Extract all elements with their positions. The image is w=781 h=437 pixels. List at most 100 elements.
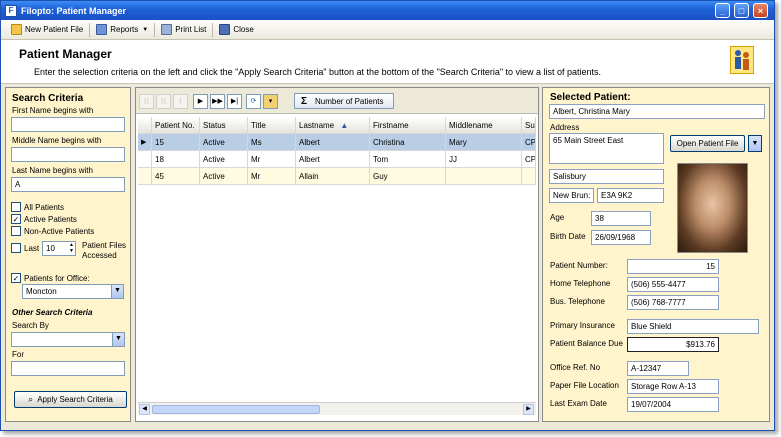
patients-icon <box>730 46 754 74</box>
non-active-patients-checkbox[interactable] <box>11 226 21 236</box>
number-of-patients-label: Number of Patients <box>315 96 384 106</box>
maximize-button[interactable]: □ <box>734 3 749 18</box>
close-window-button[interactable]: × <box>753 3 768 18</box>
middle-name-input[interactable] <box>11 147 125 162</box>
open-patient-file-button[interactable]: Open Patient File <box>670 135 745 152</box>
toolbar-separator <box>154 22 156 37</box>
first-name-label: First Name begins with <box>12 106 94 115</box>
chevron-down-icon[interactable]: ▼ <box>112 333 124 346</box>
chevron-down-icon[interactable]: ▼ <box>748 135 762 152</box>
close-button[interactable]: Close <box>215 22 257 38</box>
table-cell: Tom <box>370 151 446 167</box>
postal-code-field: E3A 9K2 <box>597 188 664 203</box>
scroll-thumb[interactable] <box>152 405 320 414</box>
office-value: Moncton <box>26 287 57 296</box>
apply-search-criteria-button[interactable]: ⌕ Apply Search Criteria <box>14 391 127 408</box>
prev-page-icon[interactable]: ⟨⟨ <box>156 94 171 109</box>
next-record-icon[interactable]: ▶ <box>193 94 208 109</box>
table-cell <box>446 168 522 184</box>
table-row[interactable]: 45 Active Mr Allain Guy <box>138 168 536 185</box>
table-cell: Allain <box>296 168 370 184</box>
last-record-icon[interactable]: ▶| <box>227 94 242 109</box>
new-patient-label: New Patient File <box>25 25 84 34</box>
minimize-button[interactable]: _ <box>715 3 730 18</box>
search-by-select[interactable]: ▼ <box>11 332 125 347</box>
toolbar: New Patient File Reports ▼ Print List Cl… <box>1 20 774 40</box>
column-header[interactable]: Status <box>200 117 248 133</box>
chevron-down-icon[interactable]: ▼ <box>111 285 123 298</box>
page-header: Patient Manager Enter the selection crit… <box>1 40 774 84</box>
table-cell: Active <box>200 168 248 184</box>
first-name-input[interactable] <box>11 117 125 132</box>
last-exam-date-label: Last Exam Date <box>550 399 607 408</box>
lastname-header-label: Lastname <box>299 121 335 130</box>
last-name-input[interactable]: A <box>11 177 125 192</box>
print-list-button[interactable]: Print List <box>157 22 210 38</box>
home-telephone-field: (506) 555-4477 <box>627 277 719 292</box>
stepper-arrows-icon[interactable]: ▲ ▼ <box>69 242 74 254</box>
table-cell: 18 <box>152 151 200 167</box>
patient-number-field: 15 <box>627 259 719 274</box>
reports-button[interactable]: Reports ▼ <box>92 22 152 38</box>
active-patients-checkbox[interactable]: ✓ <box>11 214 21 224</box>
table-cell: Mary <box>446 134 522 150</box>
app-icon: F <box>5 4 17 17</box>
column-header[interactable]: Middlename <box>446 117 522 133</box>
other-search-title: Other Search Criteria <box>12 308 93 317</box>
column-header-lastname[interactable]: Lastname ▲ <box>296 117 370 133</box>
for-input[interactable] <box>11 361 125 376</box>
last-accessed-checkbox[interactable] <box>11 243 21 253</box>
table-row[interactable]: 18 Active Mr Albert Tom JJ CPA <box>138 151 536 168</box>
print-list-label: Print List <box>175 25 207 34</box>
table-cell: Ms <box>248 134 296 150</box>
non-active-patients-label: Non-Active Patients <box>24 227 95 236</box>
first-record-icon[interactable]: ⟨⟨ <box>139 94 154 109</box>
birth-date-field: 26/09/1968 <box>591 230 651 245</box>
toolbar-separator <box>212 22 214 37</box>
next-page-icon[interactable]: ▶▶ <box>210 94 225 109</box>
table-cell: Christina <box>370 134 446 150</box>
filter-icon[interactable]: ▾ <box>263 94 278 109</box>
last-count-stepper[interactable]: 10 ▲ ▼ <box>42 241 76 256</box>
all-patients-checkbox[interactable] <box>11 202 21 212</box>
table-cell: Active <box>200 134 248 150</box>
search-criteria-panel: Search Criteria First Name begins with M… <box>5 87 131 422</box>
table-cell: Active <box>200 151 248 167</box>
instructions-text: Enter the selection criteria on the left… <box>34 67 602 77</box>
patient-manager-window: F Filopto: Patient Manager _ □ × New Pat… <box>0 0 775 431</box>
all-patients-label: All Patients <box>24 203 65 212</box>
column-header[interactable]: Patient No. <box>152 117 200 133</box>
active-patients-label: Active Patients <box>24 215 77 224</box>
horizontal-scrollbar[interactable]: ◀ ▶ <box>138 402 536 415</box>
patients-for-office-label: Patients for Office: <box>24 274 90 283</box>
toolbar-separator <box>89 22 91 37</box>
table-cell: JJ <box>446 151 522 167</box>
balance-due-field: $913.76 <box>627 337 719 352</box>
folder-icon <box>11 24 22 35</box>
patients-for-office-checkbox[interactable]: ✓ <box>11 273 21 283</box>
files-accessed-label: Patient Files Accessed <box>82 241 127 260</box>
number-of-patients-button[interactable]: Σ Number of Patients <box>294 93 394 109</box>
for-label: For <box>12 350 24 359</box>
table-row[interactable]: ▶ 15 Active Ms Albert Christina Mary CPA <box>138 134 536 151</box>
column-header[interactable]: Suff <box>522 117 536 133</box>
scroll-right-icon[interactable]: ▶ <box>523 404 534 415</box>
prev-record-icon[interactable]: ⟨ <box>173 94 188 109</box>
refresh-icon[interactable]: ⟳ <box>246 94 261 109</box>
column-header[interactable]: Title <box>248 117 296 133</box>
title-bar: F Filopto: Patient Manager _ □ × <box>1 1 774 20</box>
table-cell: CPA <box>522 134 536 150</box>
column-header[interactable]: Firstname <box>370 117 446 133</box>
row-indicator-header <box>138 117 152 133</box>
office-select[interactable]: Moncton ▼ <box>22 284 124 299</box>
bus-telephone-label: Bus. Telephone <box>550 297 606 306</box>
city-field: Salisbury <box>549 169 664 184</box>
home-telephone-label: Home Telephone <box>550 279 611 288</box>
primary-insurance-field: Blue Shield <box>627 319 759 334</box>
scroll-left-icon[interactable]: ◀ <box>139 404 150 415</box>
patient-number-label: Patient Number: <box>550 261 608 270</box>
last-exam-date-field: 19/07/2004 <box>627 397 719 412</box>
last-count-value: 10 <box>46 244 55 253</box>
office-ref-label: Office Ref. No <box>550 363 601 372</box>
new-patient-button[interactable]: New Patient File <box>7 22 87 38</box>
